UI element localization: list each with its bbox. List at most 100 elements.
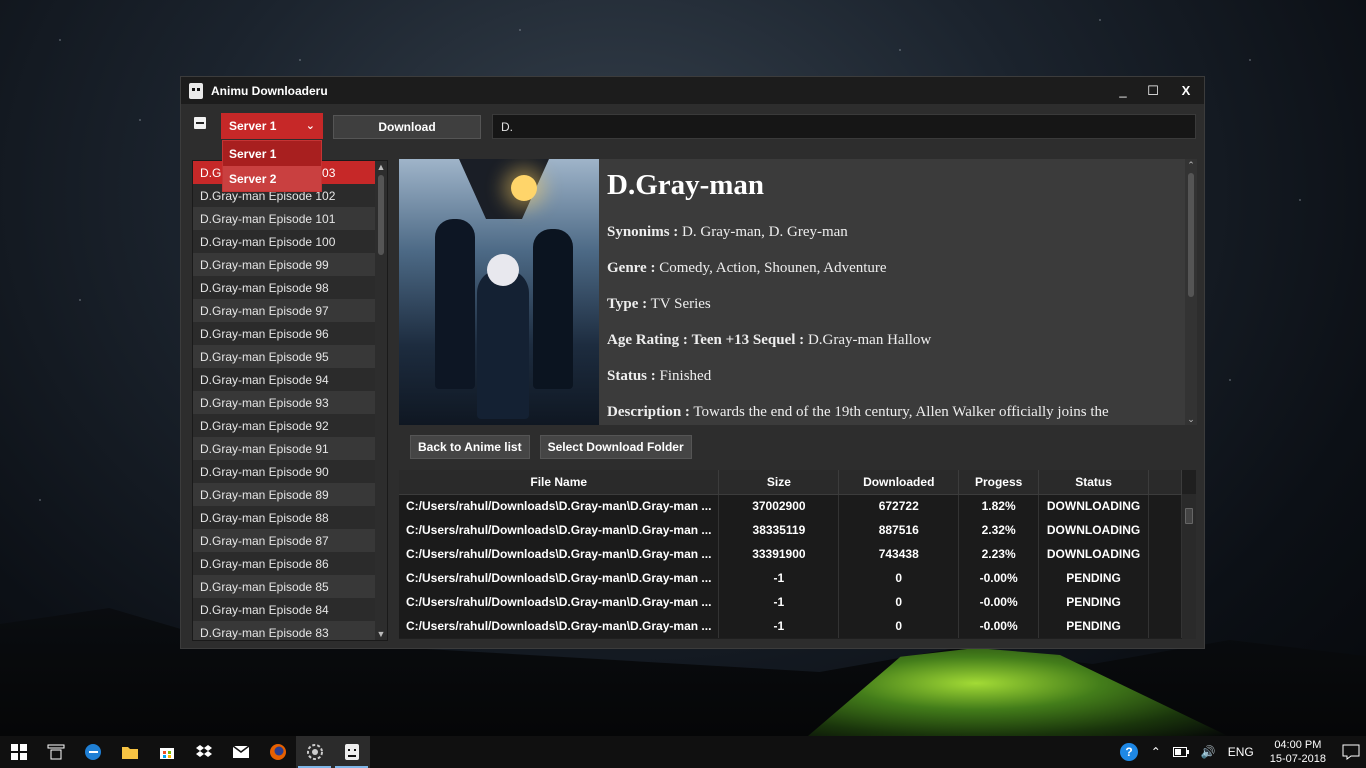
minimize-button[interactable]: _: [1108, 77, 1138, 104]
col-progress[interactable]: Progess: [958, 470, 1040, 495]
episode-list-item[interactable]: D.Gray-man Episode 92: [193, 414, 376, 437]
col-status[interactable]: Status: [1038, 470, 1150, 495]
details-scrollbar[interactable]: ⌃ ⌄: [1185, 159, 1197, 425]
collapse-panel-button[interactable]: [194, 117, 206, 129]
file-explorer-icon[interactable]: [111, 736, 148, 768]
search-input[interactable]: [492, 114, 1196, 139]
scroll-down-icon[interactable]: ▼: [375, 628, 387, 640]
anime-info: D.Gray-man Synonims : D. Gray-man, D. Gr…: [607, 169, 1177, 425]
mail-icon[interactable]: [222, 736, 259, 768]
taskbar: ? ⌃ 🔊 ENG 04:00 PM 15-07-2018: [0, 736, 1366, 768]
action-center-icon[interactable]: [1336, 744, 1366, 760]
scrollbar-thumb[interactable]: [1185, 508, 1193, 524]
server-dropdown-menu: Server 1 Server 2: [222, 140, 322, 192]
episode-list-item[interactable]: D.Gray-man Episode 94: [193, 368, 376, 391]
episode-list-item[interactable]: D.Gray-man Episode 93: [193, 391, 376, 414]
scroll-down-icon[interactable]: ⌄: [1185, 413, 1197, 425]
chevron-up-icon[interactable]: ⌃: [1145, 745, 1167, 759]
table-row[interactable]: C:/Users/rahul/Downloads\D.Gray-man\D.Gr…: [399, 518, 1182, 542]
clock-date: 15-07-2018: [1269, 753, 1326, 765]
server-select[interactable]: Server 1 ⌄: [221, 113, 323, 139]
window-controls: _ ☐ X: [1108, 77, 1204, 104]
scrollbar-thumb[interactable]: [378, 175, 384, 255]
anime-poster-image: [399, 159, 599, 425]
scroll-up-icon[interactable]: ▲: [375, 161, 387, 173]
cell-downloaded: 743438: [838, 542, 960, 566]
cell-progress: -0.00%: [958, 614, 1040, 638]
col-size[interactable]: Size: [718, 470, 840, 495]
system-tray: ? ⌃ 🔊 ENG 04:00 PM 15-07-2018: [1113, 736, 1366, 768]
cell-downloaded: 0: [838, 590, 960, 614]
episode-list-item[interactable]: D.Gray-man Episode 98: [193, 276, 376, 299]
episode-list-item[interactable]: D.Gray-man Episode 83: [193, 621, 376, 640]
settings-app-icon[interactable]: [296, 736, 333, 768]
col-file-name[interactable]: File Name: [399, 470, 720, 495]
episode-list-scrollbar[interactable]: ▲ ▼: [375, 161, 387, 640]
table-row[interactable]: C:/Users/rahul/Downloads\D.Gray-man\D.Gr…: [399, 542, 1182, 566]
cell-size: -1: [718, 590, 840, 614]
cell-progress: -0.00%: [958, 566, 1040, 590]
dropbox-icon[interactable]: [185, 736, 222, 768]
table-row[interactable]: C:/Users/rahul/Downloads\D.Gray-man\D.Gr…: [399, 566, 1182, 590]
cell-file-name: C:/Users/rahul/Downloads\D.Gray-man\D.Gr…: [399, 494, 720, 518]
episode-list-item[interactable]: D.Gray-man Episode 85: [193, 575, 376, 598]
table-row[interactable]: C:/Users/rahul/Downloads\D.Gray-man\D.Gr…: [399, 590, 1182, 614]
table-scrollbar[interactable]: [1182, 494, 1196, 639]
back-to-anime-list-button[interactable]: Back to Anime list: [410, 435, 530, 459]
cell-size: -1: [718, 566, 840, 590]
help-icon[interactable]: ?: [1113, 742, 1145, 762]
status-row: Status : Finished: [607, 368, 712, 384]
col-downloaded[interactable]: Downloaded: [838, 470, 960, 495]
scrollbar-thumb[interactable]: [1188, 173, 1194, 297]
table-header-row: File Name Size Downloaded Progess Status: [399, 470, 1182, 495]
episode-list-item[interactable]: D.Gray-man Episode 99: [193, 253, 376, 276]
svg-text:?: ?: [1125, 745, 1132, 759]
edge-icon[interactable]: [74, 736, 111, 768]
cell-status: PENDING: [1038, 566, 1150, 590]
cell-progress: 2.23%: [958, 542, 1040, 566]
app-logo-icon: [189, 82, 203, 99]
scroll-up-icon[interactable]: ⌃: [1185, 159, 1197, 171]
volume-icon[interactable]: 🔊: [1195, 745, 1222, 759]
clock[interactable]: 04:00 PM 15-07-2018: [1260, 738, 1336, 766]
episode-list-item[interactable]: D.Gray-man Episode 88: [193, 506, 376, 529]
server-option-2[interactable]: Server 2: [223, 166, 321, 191]
episode-list-item[interactable]: D.Gray-man Episode 100: [193, 230, 376, 253]
maximize-button[interactable]: ☐: [1138, 77, 1168, 104]
firefox-icon[interactable]: [259, 736, 296, 768]
episode-list-item[interactable]: D.Gray-man Episode 96: [193, 322, 376, 345]
close-button[interactable]: X: [1168, 77, 1204, 104]
episode-list-item[interactable]: D.Gray-man Episode 90: [193, 460, 376, 483]
window-title: Animu Downloaderu: [211, 83, 328, 98]
episode-list-item[interactable]: D.Gray-man Episode 97: [193, 299, 376, 322]
title-bar[interactable]: Animu Downloaderu _ ☐ X: [181, 77, 1204, 104]
battery-icon[interactable]: [1167, 747, 1195, 757]
table-row[interactable]: C:/Users/rahul/Downloads\D.Gray-man\D.Gr…: [399, 494, 1182, 518]
table-row[interactable]: C:/Users/rahul/Downloads\D.Gray-man\D.Gr…: [399, 614, 1182, 638]
cell-downloaded: 0: [838, 566, 960, 590]
select-download-folder-button[interactable]: Select Download Folder: [539, 435, 692, 459]
cell-file-name: C:/Users/rahul/Downloads\D.Gray-man\D.Gr…: [399, 590, 720, 614]
cell-size: 38335119: [718, 518, 840, 542]
animu-downloaderu-icon[interactable]: [333, 736, 370, 768]
episode-list-item[interactable]: D.Gray-man Episode 95: [193, 345, 376, 368]
task-view-icon[interactable]: [37, 736, 74, 768]
episode-list-item[interactable]: D.Gray-man Episode 84: [193, 598, 376, 621]
episode-list-item[interactable]: D.Gray-man Episode 87: [193, 529, 376, 552]
episode-list-item[interactable]: D.Gray-man Episode 89: [193, 483, 376, 506]
windows-start-icon[interactable]: [0, 736, 37, 768]
cell-progress: 1.82%: [958, 494, 1040, 518]
details-actions: Back to Anime list Select Download Folde…: [410, 435, 692, 459]
downloads-table: File Name Size Downloaded Progess Status…: [399, 470, 1196, 639]
episode-list-item[interactable]: D.Gray-man Episode 101: [193, 207, 376, 230]
server-option-1[interactable]: Server 1: [223, 141, 321, 166]
download-button[interactable]: Download: [333, 115, 481, 139]
cell-status: PENDING: [1038, 614, 1150, 638]
store-icon[interactable]: [148, 736, 185, 768]
app-window: Animu Downloaderu _ ☐ X Server 1 ⌄ Serve…: [180, 76, 1205, 649]
episode-list-item[interactable]: D.Gray-man Episode 86: [193, 552, 376, 575]
episode-list-item[interactable]: D.Gray-man Episode 91: [193, 437, 376, 460]
anime-details-panel: D.Gray-man Synonims : D. Gray-man, D. Gr…: [399, 159, 1197, 425]
cell-file-name: C:/Users/rahul/Downloads\D.Gray-man\D.Gr…: [399, 518, 720, 542]
language-indicator[interactable]: ENG: [1222, 745, 1260, 759]
